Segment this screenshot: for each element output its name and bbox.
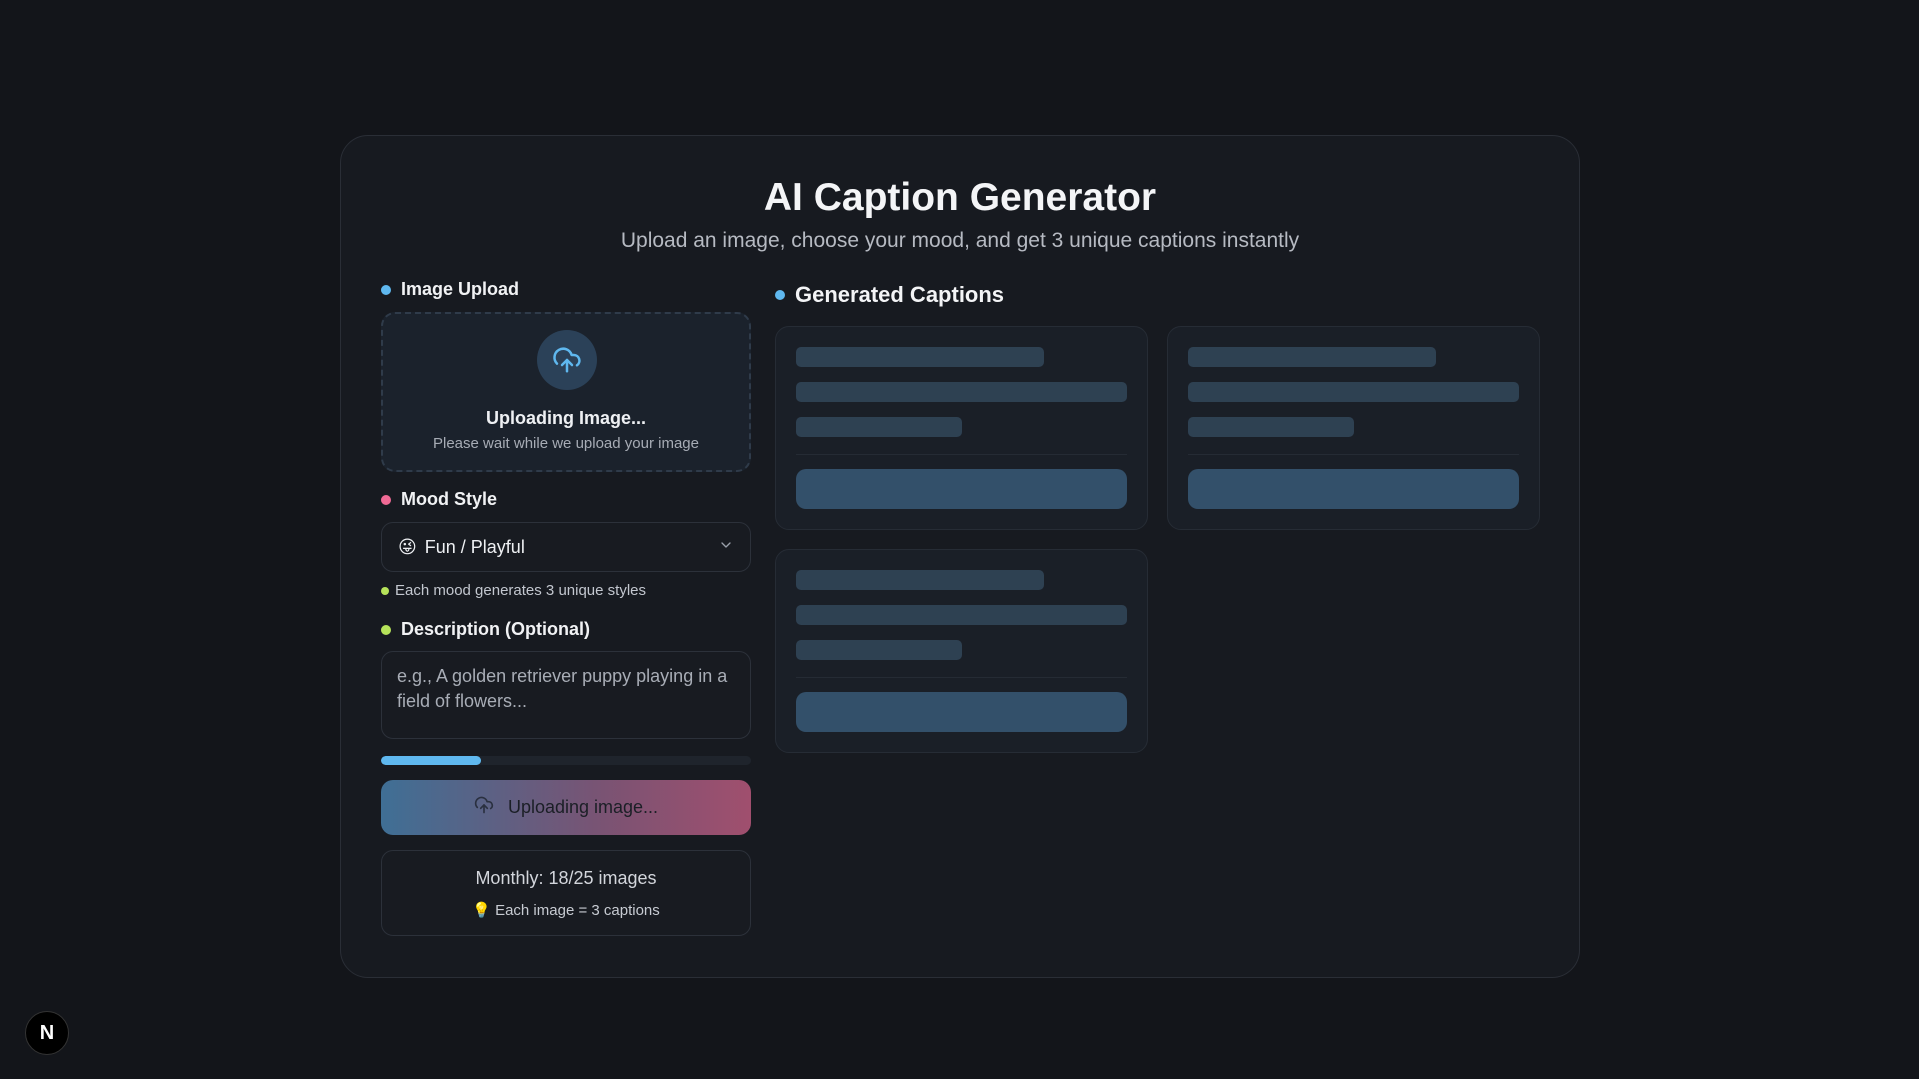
section-dot <box>381 624 391 635</box>
nextjs-dev-badge[interactable]: N <box>25 1011 69 1055</box>
skeleton-line <box>796 605 1127 625</box>
generated-captions-label: Generated Captions <box>775 282 1004 308</box>
skeleton-line <box>1188 382 1519 402</box>
mood-select[interactable]: 😜 Fun / Playful <box>381 522 751 572</box>
skeleton-line <box>796 382 1127 402</box>
skeleton-button <box>796 692 1127 732</box>
description-label-text: Description (Optional) <box>401 619 590 639</box>
caption-skeleton-card <box>1167 326 1540 530</box>
caption-skeleton-card <box>775 326 1148 530</box>
mood-emoji-icon: 😜 <box>398 536 417 557</box>
skeleton-divider <box>796 454 1127 455</box>
monthly-usage: Monthly: 18/25 images <box>475 868 657 888</box>
usage-tip-text: Each image = 3 captions <box>495 902 660 919</box>
cloud-upload-icon <box>537 330 597 390</box>
page-title: AI Caption Generator <box>763 176 1157 219</box>
upload-status-title: Uploading Image... <box>485 408 646 428</box>
skeleton-line <box>796 417 962 437</box>
generated-captions-label-text: Generated Captions <box>795 282 1005 307</box>
page-subtitle: Upload an image, choose your mood, and g… <box>620 229 1300 252</box>
description-label: Description (Optional) <box>381 619 590 640</box>
usage-tip: 💡 Each image = 3 captions <box>382 901 750 919</box>
mood-hint: Each mood generates 3 unique styles <box>381 582 646 599</box>
lightbulb-icon: 💡 <box>472 902 491 919</box>
mood-select-value: Fun / Playful <box>424 536 525 557</box>
caption-skeleton-card <box>775 549 1148 753</box>
cloud-upload-icon <box>474 795 494 820</box>
caption-generator-card: AI Caption Generator Upload an image, ch… <box>340 135 1580 978</box>
skeleton-line <box>796 347 1044 367</box>
section-dot <box>775 290 785 300</box>
chevron-down-icon <box>718 537 734 558</box>
image-upload-label-text: Image Upload <box>401 279 520 299</box>
skeleton-divider <box>1188 454 1519 455</box>
hint-dot <box>381 586 389 595</box>
section-dot <box>381 284 391 295</box>
skeleton-button <box>796 469 1127 509</box>
upload-status-subtitle: Please wait while we upload your image <box>433 435 699 452</box>
upload-progress-fill <box>381 756 481 765</box>
skeleton-line <box>1188 347 1436 367</box>
description-input[interactable]: e.g., A golden retriever puppy playing i… <box>381 651 751 739</box>
upload-progress-bar <box>381 756 751 765</box>
generate-button[interactable]: Uploading image... <box>381 780 751 835</box>
skeleton-line <box>796 570 1044 590</box>
skeleton-line <box>796 640 962 660</box>
mood-hint-text: Each mood generates 3 unique styles <box>395 582 646 599</box>
section-dot <box>381 494 391 505</box>
skeleton-divider <box>796 677 1127 678</box>
image-upload-label: Image Upload <box>381 279 519 300</box>
generate-button-label: Uploading image... <box>507 797 659 817</box>
skeleton-line <box>1188 417 1354 437</box>
usage-panel: Monthly: 18/25 images 💡 Each image = 3 c… <box>381 850 751 936</box>
mood-style-label: Mood Style <box>381 489 497 510</box>
skeleton-button <box>1188 469 1519 509</box>
image-dropzone[interactable]: Uploading Image... Please wait while we … <box>381 312 751 472</box>
mood-style-label-text: Mood Style <box>401 489 498 509</box>
